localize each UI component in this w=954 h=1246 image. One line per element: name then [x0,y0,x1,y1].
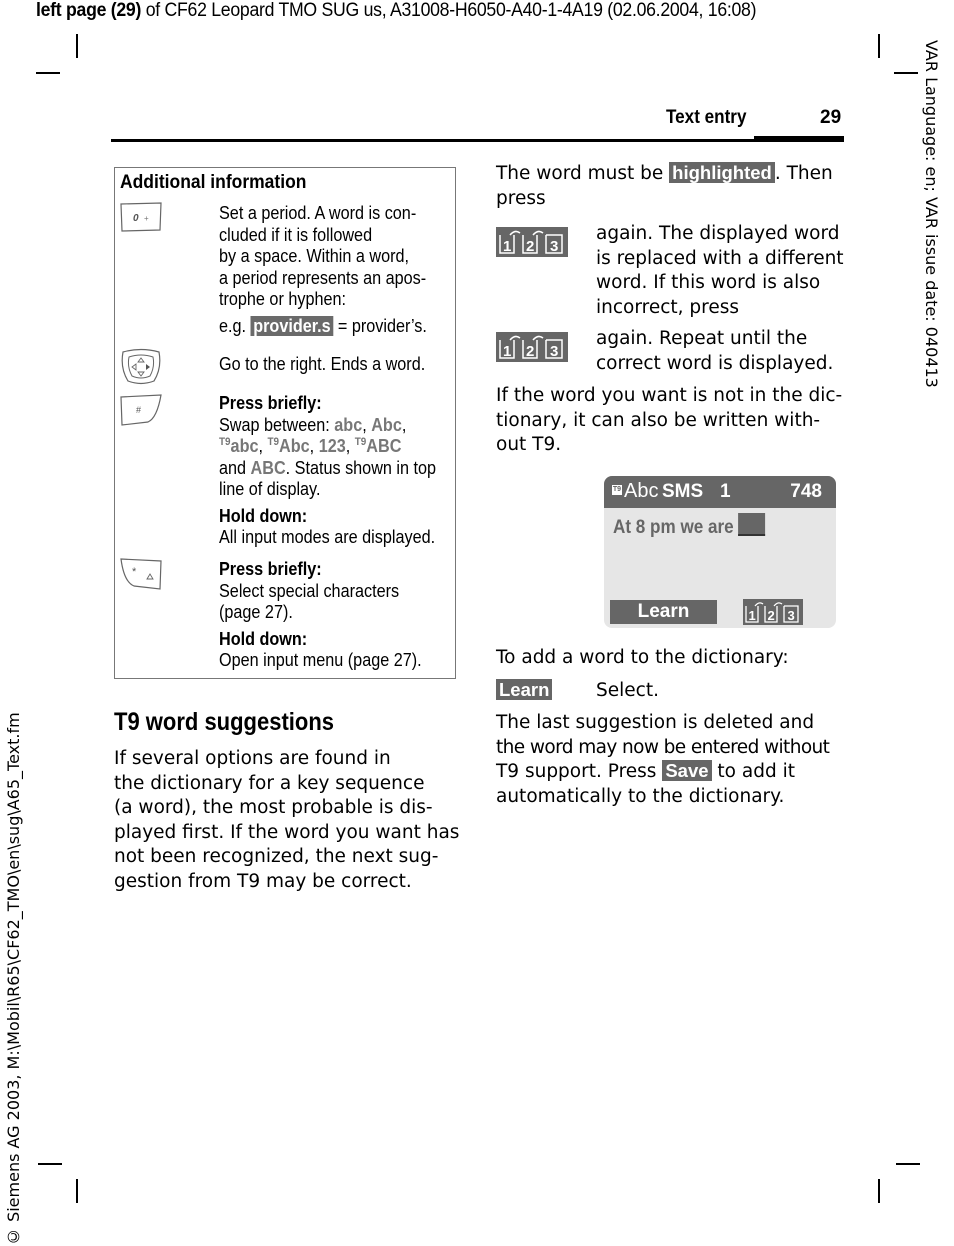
t9-suggestions-paragraph: If several options are found in the dict… [114,748,460,892]
press-briefly-label: Press briefly: [219,393,322,413]
navigation-key-icon [121,348,161,385]
star-key-description: Press briefly: Select special characters… [219,559,422,670]
document-banner: left page (29) of CF62 Leopard TMO SUG u… [36,0,756,22]
additional-information-box: Additional information 0 + Set a period.… [114,167,456,679]
svg-text:2: 2 [768,608,775,623]
no-dictionary-paragraph: If the word you want is not in the dic- … [496,385,843,455]
softkey-t9-icon[interactable]: 1 2 3 [743,599,803,625]
crop-mark [878,1179,880,1203]
svg-text:3: 3 [550,238,558,255]
svg-text:1: 1 [503,343,511,360]
svg-text:1: 1 [503,238,511,255]
t9-badge-icon: T9 [612,485,622,495]
header-rule-accent [754,136,844,142]
learn-softkey-label: Learn [496,679,553,700]
mode-t9-abc: abc [230,436,259,456]
chars-remaining: 748 [790,481,822,502]
learn-action: Select. [596,680,659,701]
mode-Abc: Abc [371,414,402,435]
key-0-plus-icon: 0 + [120,202,162,232]
add-word-intro: To add a word to the dictionary: [496,647,789,668]
message-count: 1 [720,481,731,502]
app-name: SMS [662,481,704,502]
t9-key-123-icon: 1 2 3 [496,227,568,257]
mode-ABC: ABC [250,457,286,478]
mode-t9-ABC: ABC [366,436,402,456]
page-number: 29 [820,107,842,128]
svg-text:#: # [136,405,141,415]
banner-doc-info: of CF62 Leopard TMO SUG us, A31008-H6050… [141,0,757,21]
hash-key-description: Press briefly: Swap between: abc, Abc, T… [219,393,437,547]
step-repeat: again. Repeat until the correct word is … [596,328,834,374]
mode-123: 123 [318,436,346,456]
crop-mark [894,72,918,74]
highlighted-label: highlighted [669,162,775,183]
learn-step: Learn [496,679,553,704]
copyright-file-path: © Siemens AG 2003, M:\Mobil\R65\CF62_TMO… [4,712,23,1246]
display-status-bar: T9 Abc SMS 1 748 [604,476,836,508]
key-star-icon: * [120,558,162,590]
highlight-instruction: The word must be highlighted. Then press [496,162,833,209]
t9-key-123-icon: 1 2 3 [496,332,568,362]
svg-text:1: 1 [749,608,756,623]
period-example: e.g. provider.s = provider’s. [219,315,427,336]
period-description: Set a period. A word is con- cluded if i… [219,203,427,336]
svg-text:3: 3 [550,343,558,360]
highlighted-example: provider.s [250,315,334,336]
hold-down-label: Hold down: [219,628,308,649]
hold-down-label: Hold down: [219,505,308,526]
key-hash-icon: # [120,394,162,426]
svg-text:+: + [144,214,149,223]
display-text: At 8 pm we are [613,513,766,539]
svg-text:3: 3 [788,608,795,623]
step-replace-word: again. The displayed word is replaced wi… [596,223,844,318]
banner-page-ref: left page (29) [36,0,142,21]
softkey-learn[interactable]: Learn [610,600,717,624]
section-title: Text entry [666,107,747,128]
mode-abc: abc [334,414,363,435]
svg-text:2: 2 [526,343,534,360]
cursor-block [738,513,766,536]
crop-mark [896,1163,920,1165]
svg-text:*: * [132,566,137,578]
svg-text:0: 0 [133,213,139,224]
svg-text:2: 2 [526,238,534,255]
var-language-note: VAR Language: en; VAR issue date: 040413 [922,40,941,388]
crop-mark [76,34,78,58]
phone-display: T9 Abc SMS 1 748 At 8 pm we are Learn 1 … [604,476,836,628]
header-rule [111,139,844,142]
press-briefly-label: Press briefly: [219,559,322,579]
final-paragraph: The last suggestion is deleted and the w… [496,712,830,807]
box-title: Additional information [120,172,307,193]
t9-suggestions-heading: T9 word suggestions [114,708,335,736]
input-mode: Abc [624,480,659,502]
navigation-description: Go to the right. Ends a word. [219,354,426,374]
crop-mark [878,34,880,58]
crop-mark [38,1163,62,1165]
crop-mark [76,1179,78,1203]
save-softkey-label: Save [662,760,712,781]
mode-t9-Abc: Abc [279,436,310,456]
crop-mark [36,72,60,74]
